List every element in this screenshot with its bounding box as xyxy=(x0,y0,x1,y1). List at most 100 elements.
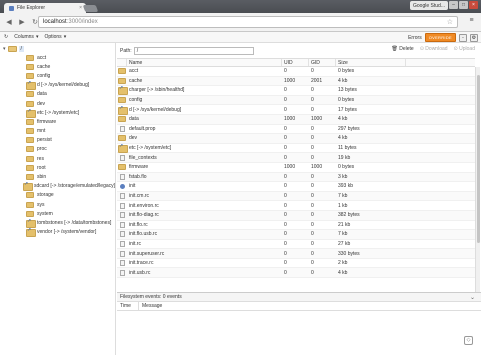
table-row[interactable]: init.trace.rc 0 0 2 kb xyxy=(117,259,475,269)
tree-item[interactable]: firmware xyxy=(0,117,115,126)
table-row[interactable]: init.flo-diag.rc 0 0 382 bytes xyxy=(117,210,475,221)
tree-item[interactable]: res xyxy=(0,154,115,163)
message-column-header[interactable]: Message xyxy=(139,302,475,310)
table-row[interactable]: etc [-> /system/etc] 0 0 11 bytes xyxy=(117,143,475,154)
browser-tab[interactable]: File Explorer × xyxy=(4,3,86,13)
tree-root[interactable]: ▾ / xyxy=(0,45,115,53)
collapse-icon[interactable]: ▾ xyxy=(3,46,6,52)
table-row[interactable]: fstab.flo 0 0 3 kb xyxy=(117,172,475,183)
time-column-header[interactable]: Time xyxy=(117,302,139,310)
errors-menu[interactable]: Errors xyxy=(408,35,422,41)
cell-gid: 0 xyxy=(311,183,314,190)
row-icon-cell xyxy=(117,250,127,257)
table-row[interactable]: data 1000 1000 4 kb xyxy=(117,114,475,125)
tree-item[interactable]: proc xyxy=(0,145,115,154)
table-row[interactable]: default.prop 0 0 297 bytes xyxy=(117,125,475,135)
path-label: Path: xyxy=(120,47,132,54)
cell-size: 27 kb xyxy=(338,240,351,247)
tree-item[interactable]: sys xyxy=(0,200,115,209)
tree-item[interactable]: sdcard [-> /storage/emulated/legacy] xyxy=(0,181,115,192)
table-row[interactable]: d [-> /sys/kernel/debug] 0 0 17 bytes xyxy=(117,105,475,115)
profile-button[interactable]: Google Stud... xyxy=(410,1,448,10)
cell-uid: 0 xyxy=(284,212,287,219)
tree-item[interactable]: persist xyxy=(0,136,115,145)
options-menu[interactable]: Options ▾ xyxy=(44,34,66,40)
delete-button[interactable]: 🗑 Delete xyxy=(392,46,414,52)
back-icon[interactable]: ◀ xyxy=(4,17,14,27)
bookmark-star-icon[interactable]: ☆ xyxy=(447,18,453,26)
devtools-icon[interactable]: ◇ xyxy=(464,336,473,345)
upload-button[interactable]: ⊙ Upload xyxy=(454,46,475,52)
new-tab-button[interactable] xyxy=(82,5,99,12)
table-row[interactable]: init.flo.usb.rc 0 0 7 kb xyxy=(117,230,475,240)
tree-item[interactable]: d [-> /sys/kernel/debug] xyxy=(0,80,115,91)
columns-menu[interactable]: Columns ▾ xyxy=(14,34,38,40)
table-row[interactable]: init.cm.rc 0 0 7 kb xyxy=(117,191,475,202)
path-input[interactable]: / xyxy=(133,46,254,55)
cell-gid: 0 xyxy=(311,135,314,142)
table-row[interactable]: config 0 0 0 bytes xyxy=(117,95,475,106)
tree-item[interactable]: tombstones [-> /data/tombstones] xyxy=(0,218,115,228)
table-row[interactable]: firmware 1000 1000 0 bytes xyxy=(117,163,475,173)
file-icon xyxy=(119,221,125,228)
file-icon xyxy=(119,154,125,161)
table-row[interactable]: init 0 0 393 kb xyxy=(117,182,475,192)
minimize-button[interactable]: – xyxy=(449,1,458,9)
folder-icon xyxy=(26,100,34,107)
events-header[interactable]: Filesystem events: 0 events ⌄ xyxy=(117,292,481,302)
row-icon-cell xyxy=(117,231,127,238)
gear-icon[interactable]: ⚙ xyxy=(470,33,478,42)
cell-gid: 0 xyxy=(311,250,314,257)
refresh-icon[interactable]: ↻ xyxy=(4,34,8,40)
forward-icon[interactable]: ▶ xyxy=(17,17,27,27)
table-row[interactable]: init.environ.rc 0 0 1 kb xyxy=(117,201,475,211)
download-button[interactable]: ⊙ Download xyxy=(420,46,448,52)
scroll-thumb[interactable] xyxy=(477,75,480,243)
tree-item[interactable]: vendor [-> /system/vendor] xyxy=(0,227,115,238)
cell-size: 4 kb xyxy=(338,116,348,123)
table-row[interactable]: init.rc 0 0 27 kb xyxy=(117,240,475,250)
cell-size: 3 kb xyxy=(338,173,348,180)
address-bar[interactable]: localhost:3000/index ☆ xyxy=(38,16,458,28)
file-icon xyxy=(119,269,125,276)
zoom-button[interactable]: - xyxy=(459,33,467,42)
cell-name: init.trace.rc xyxy=(129,260,154,267)
tree-item[interactable]: sbin xyxy=(0,172,115,181)
chevron-down-icon[interactable]: ⌄ xyxy=(470,294,475,301)
table-row[interactable]: init.flo.rc 0 0 21 kb xyxy=(117,221,475,231)
close-window-button[interactable]: × xyxy=(469,1,478,9)
cell-gid: 0 xyxy=(311,193,314,200)
override-badge[interactable]: OVERRIDE xyxy=(424,33,456,42)
tree-item[interactable]: mnt xyxy=(0,127,115,136)
tree-item[interactable]: cache xyxy=(0,62,115,71)
tree-item[interactable]: data xyxy=(0,90,115,99)
tree-item[interactable]: system xyxy=(0,209,115,218)
gid-column-header[interactable]: GID xyxy=(309,59,336,66)
tree-item[interactable]: root xyxy=(0,163,115,172)
name-column-header[interactable]: Name xyxy=(127,59,282,66)
maximize-button[interactable]: □ xyxy=(459,1,468,9)
size-column-header[interactable]: Size xyxy=(336,59,406,66)
tree-item[interactable]: etc [-> /system/etc] xyxy=(0,108,115,118)
table-row[interactable]: charger [-> /sbin/healthd] 0 0 13 bytes xyxy=(117,85,475,96)
tree-item[interactable]: acct xyxy=(0,53,115,62)
folder-icon xyxy=(118,77,126,84)
cell-name: init.environ.rc xyxy=(129,202,159,209)
uid-column-header[interactable]: UID xyxy=(282,59,309,66)
table-row[interactable]: init.superuser.rc 0 0 330 bytes xyxy=(117,249,475,259)
tree-item[interactable]: storage xyxy=(0,191,115,200)
table-scrollbar[interactable] xyxy=(475,67,480,292)
cell-size: 11 bytes xyxy=(338,145,357,152)
tree-item[interactable]: dev xyxy=(0,99,115,108)
browser-menu-icon[interactable]: ≡ xyxy=(467,17,476,27)
tab-close-icon[interactable]: × xyxy=(79,5,82,11)
table-row[interactable]: init.usb.rc 0 0 4 kb xyxy=(117,268,475,279)
cell-uid: 1000 xyxy=(284,116,296,123)
table-row[interactable]: acct 0 0 0 bytes xyxy=(117,67,475,77)
table-row[interactable]: dev 0 0 4 kb xyxy=(117,134,475,144)
table-row[interactable]: file_contexts 0 0 19 kb xyxy=(117,153,475,163)
cell-name: init.superuser.rc xyxy=(129,250,165,257)
table-row[interactable]: cache 1000 2001 4 kb xyxy=(117,76,475,87)
tree-item[interactable]: config xyxy=(0,71,115,80)
row-icon-cell xyxy=(117,240,127,247)
